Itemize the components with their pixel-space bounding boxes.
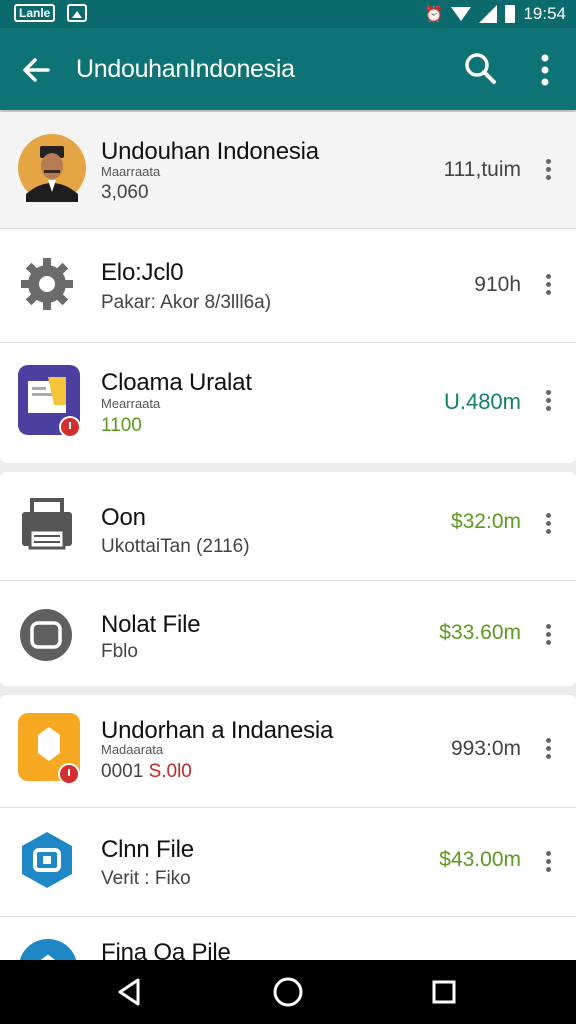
item-name: Cloama Uralat (101, 369, 252, 396)
item-size: $43.00m (439, 848, 521, 871)
item-meta: 3,060 (101, 182, 149, 203)
item-name: Fina Oa Pile (101, 939, 231, 960)
item-meta: UkottaiTan (2116) (101, 536, 250, 557)
item-meta-accent: S.0l0 (148, 761, 192, 782)
list-item[interactable]: Undouhan Indonesia Maarraata 3,060 111,t… (0, 112, 576, 228)
item-menu-icon[interactable] (538, 510, 558, 538)
item-size: 910h (474, 273, 521, 296)
item-name: Oon (101, 504, 146, 531)
page-title: UndouhanIndonesia (76, 55, 295, 83)
item-meta: Verit : Fiko (101, 868, 191, 889)
document-app-icon (18, 365, 81, 438)
home-app-icon (18, 713, 80, 785)
gear-icon (21, 258, 73, 310)
item-size: $32:0m (450, 510, 521, 533)
item-meta: Pakar: Akor 8/3lll6a) (101, 292, 272, 313)
item-menu-icon[interactable] (538, 848, 558, 876)
item-menu-icon[interactable] (538, 621, 558, 649)
search-icon[interactable] (462, 50, 498, 86)
list-item[interactable]: Oon UkottaiTan (2116) $32:0m (0, 472, 576, 580)
item-subtitle: Madaarata (101, 742, 164, 757)
item-meta: Fblo (101, 641, 138, 662)
item-name: Undouhan Indonesia (101, 138, 319, 165)
app-bar: UndouhanIndonesia (0, 28, 576, 110)
list-item[interactable]: Fina Oa Pile (0, 917, 576, 960)
list-item[interactable]: Clnn File Verit : Fiko $43.00m (0, 808, 576, 916)
item-menu-icon[interactable] (538, 156, 558, 184)
item-name: Clnn File (101, 836, 194, 863)
battery-icon (505, 5, 516, 23)
list-item[interactable]: Undorhan a Indanesia Madaarata 0001 S.0l… (0, 695, 576, 807)
back-arrow-icon[interactable] (16, 50, 56, 90)
item-size: U.480m (443, 389, 521, 414)
printer-icon (22, 498, 72, 550)
list-item[interactable]: Elo:Jcl0 Pakar: Akor 8/3lll6a) 910h (0, 229, 576, 342)
item-meta: 0001 S.0l0 (101, 761, 192, 783)
clock: 19:54 (523, 4, 566, 23)
tv-icon (20, 609, 72, 661)
item-name: Nolat File (101, 611, 201, 638)
back-triangle-icon[interactable] (112, 974, 148, 1010)
wifi-icon (451, 7, 472, 21)
photo-icon (67, 4, 88, 22)
item-meta: 1100 (101, 415, 142, 436)
item-menu-icon[interactable] (538, 271, 558, 299)
list-item[interactable]: Cloama Uralat Mearraata 1100 U.480m (0, 343, 576, 463)
blue-app-icon (19, 939, 77, 960)
item-subtitle: Mearraata (101, 396, 161, 411)
item-menu-icon[interactable] (538, 387, 558, 415)
home-circle-icon[interactable] (270, 974, 306, 1010)
item-name: Undorhan a Indanesia (101, 717, 334, 744)
list-item[interactable]: Nolat File Fblo $33.60m (0, 581, 576, 686)
navigation-bar (0, 960, 576, 1024)
recents-square-icon[interactable] (426, 974, 462, 1010)
item-size: $33.60m (439, 621, 521, 644)
item-name: Elo:Jcl0 (101, 259, 184, 286)
overflow-menu-icon[interactable] (530, 50, 560, 90)
item-subtitle: Maarraata (101, 164, 161, 179)
signal-icon (479, 5, 498, 23)
notification-badge: Lanle (14, 4, 56, 22)
item-size: 993:0m (450, 737, 521, 760)
item-size: 111,tuim (443, 158, 521, 181)
item-menu-icon[interactable] (538, 735, 558, 763)
hexagon-app-icon (22, 832, 72, 888)
status-bar: Lanle ⏰ 19:54 (0, 0, 576, 28)
item-meta-prefix: 0001 (101, 761, 144, 782)
avatar (18, 134, 86, 202)
alarm-icon: ⏰ (424, 6, 444, 23)
